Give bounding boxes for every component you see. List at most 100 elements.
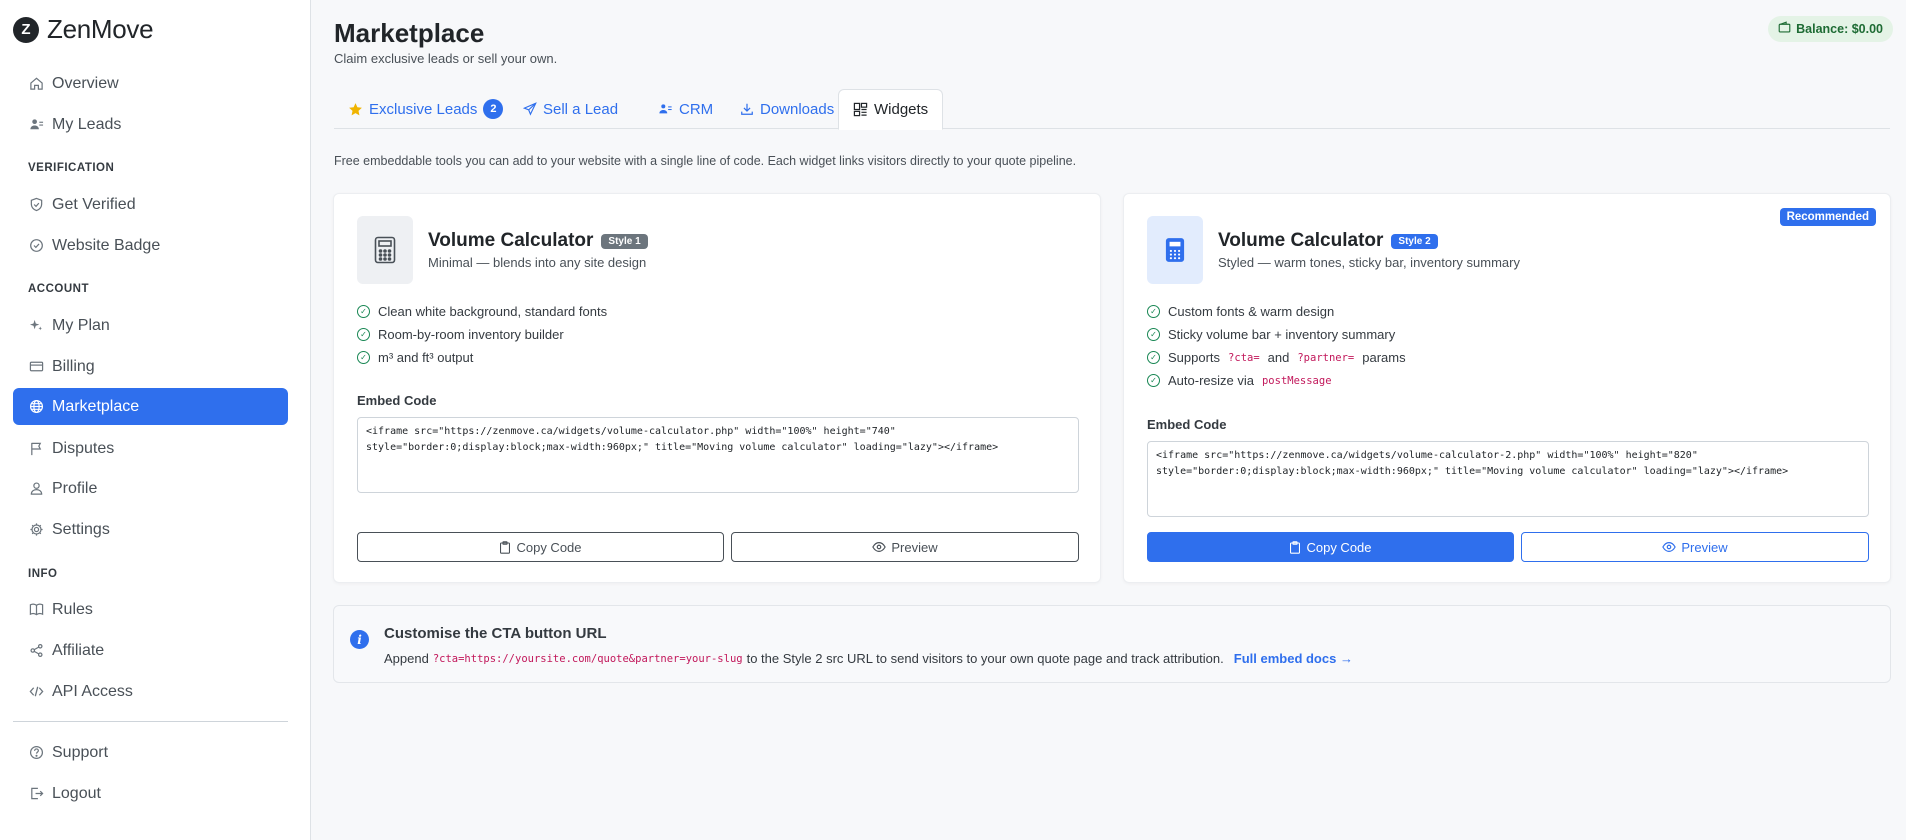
check-circle-icon: ✓ bbox=[357, 305, 370, 318]
code-snippet: ?partner= bbox=[1297, 351, 1355, 364]
sidebar-divider bbox=[13, 721, 288, 722]
code-snippet: ?cta= bbox=[1228, 351, 1260, 364]
sidebar-item-logout[interactable]: Logout bbox=[13, 775, 288, 812]
full-embed-docs-link[interactable]: Full embed docs → bbox=[1234, 651, 1353, 666]
info-text-pre: Append bbox=[384, 651, 429, 666]
sidebar-item-my-leads[interactable]: My Leads bbox=[13, 106, 288, 143]
widget-title-text: Volume Calculator bbox=[1218, 230, 1384, 251]
eye-icon bbox=[1662, 541, 1677, 553]
feature-text: and bbox=[1267, 350, 1290, 365]
sidebar-item-label: Profile bbox=[52, 479, 98, 497]
preview-button[interactable]: Preview bbox=[1521, 532, 1869, 562]
tab-label: Widgets bbox=[874, 101, 929, 118]
code-icon bbox=[28, 684, 44, 700]
section-verification: VERIFICATION bbox=[28, 162, 115, 174]
check-circle-icon: ✓ bbox=[357, 328, 370, 341]
button-label: Preview bbox=[891, 539, 938, 555]
feature-item: ✓ m³ and ft³ output bbox=[357, 346, 607, 369]
page-title: Marketplace bbox=[334, 18, 485, 48]
embed-code-box[interactable]: <iframe src="https://zenmove.ca/widgets/… bbox=[1147, 441, 1869, 517]
sidebar-item-support[interactable]: Support bbox=[13, 734, 288, 771]
clipboard-icon bbox=[1289, 540, 1301, 554]
leads-count-badge: 2 bbox=[483, 99, 504, 119]
clipboard-icon bbox=[499, 540, 511, 554]
sidebar-item-label: Website Badge bbox=[52, 236, 161, 254]
tab-sell-a-lead[interactable]: Sell a Lead bbox=[509, 89, 632, 129]
sidebar-item-profile[interactable]: Profile bbox=[13, 470, 288, 507]
balance-text: Balance: $0.00 bbox=[1796, 22, 1883, 36]
section-account: ACCOUNT bbox=[28, 283, 89, 295]
brand[interactable]: Z ZenMove bbox=[13, 14, 154, 45]
style-badge: Style 2 bbox=[1391, 233, 1438, 249]
home-icon bbox=[28, 76, 44, 92]
feature-text: Supports bbox=[1168, 350, 1221, 365]
sidebar-item-affiliate[interactable]: Affiliate bbox=[13, 632, 288, 669]
embed-code-label: Embed Code bbox=[1147, 417, 1227, 432]
sidebar-item-label: Settings bbox=[52, 520, 110, 538]
feature-text: Auto-resize via bbox=[1168, 373, 1254, 388]
button-label: Copy Code bbox=[516, 539, 582, 555]
users-icon bbox=[28, 117, 44, 133]
sidebar-item-marketplace[interactable]: Marketplace bbox=[13, 388, 288, 425]
sidebar-item-api-access[interactable]: API Access bbox=[13, 673, 288, 710]
sidebar-item-get-verified[interactable]: Get Verified bbox=[13, 186, 288, 223]
widget-description: Minimal — blends into any site design bbox=[428, 255, 647, 270]
sidebar-item-rules[interactable]: Rules bbox=[13, 591, 288, 628]
sidebar-item-my-plan[interactable]: My Plan bbox=[13, 307, 288, 344]
recommended-badge: Recommended bbox=[1779, 208, 1876, 226]
page-subtitle: Claim exclusive leads or sell your own. bbox=[334, 51, 558, 66]
feature-list: ✓ Custom fonts & warm design ✓ Sticky volu… bbox=[1147, 300, 1406, 392]
info-text-post: to the Style 2 src URL to send visitors … bbox=[746, 651, 1224, 666]
feature-text: Custom fonts & warm design bbox=[1168, 304, 1335, 319]
person-icon bbox=[28, 481, 44, 497]
sidebar-item-billing[interactable]: Billing bbox=[13, 348, 288, 385]
wallet-icon bbox=[1778, 21, 1791, 37]
cta-info-box: i Customise the CTA button URL Append ?c… bbox=[333, 605, 1891, 683]
sparkle-icon bbox=[28, 318, 44, 334]
sidebar-item-settings[interactable]: Settings bbox=[13, 511, 288, 548]
sidebar-item-website-badge[interactable]: Website Badge bbox=[13, 227, 288, 264]
calculator-icon bbox=[357, 216, 413, 284]
tab-label: Downloads bbox=[760, 100, 835, 118]
tab-exclusive-leads[interactable]: Exclusive Leads 2 bbox=[334, 89, 517, 129]
widget-title-text: Volume Calculator bbox=[428, 230, 594, 251]
tab-downloads[interactable]: Downloads bbox=[726, 89, 848, 129]
sidebar: Z ZenMove Overview My Leads VERIFICATION… bbox=[0, 0, 311, 840]
star-icon bbox=[348, 102, 363, 117]
shield-check-icon bbox=[28, 197, 44, 213]
sidebar-item-label: Support bbox=[52, 743, 109, 761]
tab-crm[interactable]: CRM bbox=[644, 89, 727, 129]
info-icon: i bbox=[350, 630, 369, 649]
sidebar-item-overview[interactable]: Overview bbox=[13, 65, 288, 102]
book-icon bbox=[28, 602, 44, 618]
preview-button[interactable]: Preview bbox=[731, 532, 1079, 562]
sidebar-item-label: Rules bbox=[52, 600, 93, 618]
check-circle-icon: ✓ bbox=[357, 351, 370, 364]
sidebar-item-label: Overview bbox=[52, 74, 119, 92]
question-circle-icon bbox=[28, 745, 44, 761]
feature-item: ✓ Room-by-room inventory builder bbox=[357, 323, 607, 346]
download-icon bbox=[740, 102, 754, 116]
widgets-intro: Free embeddable tools you can add to you… bbox=[334, 154, 1077, 168]
section-info: INFO bbox=[28, 568, 58, 580]
embed-code-box[interactable]: <iframe src="https://zenmove.ca/widgets/… bbox=[357, 417, 1079, 493]
main-content: Marketplace Claim exclusive leads or sel… bbox=[311, 0, 1906, 840]
tab-widgets[interactable]: Widgets bbox=[838, 89, 944, 130]
check-circle-icon: ✓ bbox=[1147, 351, 1160, 364]
badge-check-icon bbox=[28, 238, 44, 254]
copy-code-button[interactable]: Copy Code bbox=[357, 532, 724, 562]
feature-text: Room-by-room inventory builder bbox=[378, 327, 564, 342]
widget-title: Volume Calculator Style 2 bbox=[1218, 230, 1438, 252]
feature-text: m³ and ft³ output bbox=[378, 350, 474, 365]
eye-icon bbox=[872, 541, 887, 553]
widget-card-style-1: Volume Calculator Style 1 Minimal — blen… bbox=[333, 193, 1101, 583]
tab-label: Sell a Lead bbox=[543, 100, 619, 118]
copy-code-button[interactable]: Copy Code bbox=[1147, 532, 1514, 562]
flag-icon bbox=[28, 441, 44, 457]
style-badge: Style 1 bbox=[601, 233, 648, 249]
sidebar-item-label: API Access bbox=[52, 682, 133, 700]
sidebar-item-disputes[interactable]: Disputes bbox=[13, 430, 288, 467]
brand-logo: Z bbox=[13, 16, 39, 43]
widget-title: Volume Calculator Style 1 bbox=[428, 230, 648, 252]
tab-label: Exclusive Leads bbox=[369, 100, 478, 118]
